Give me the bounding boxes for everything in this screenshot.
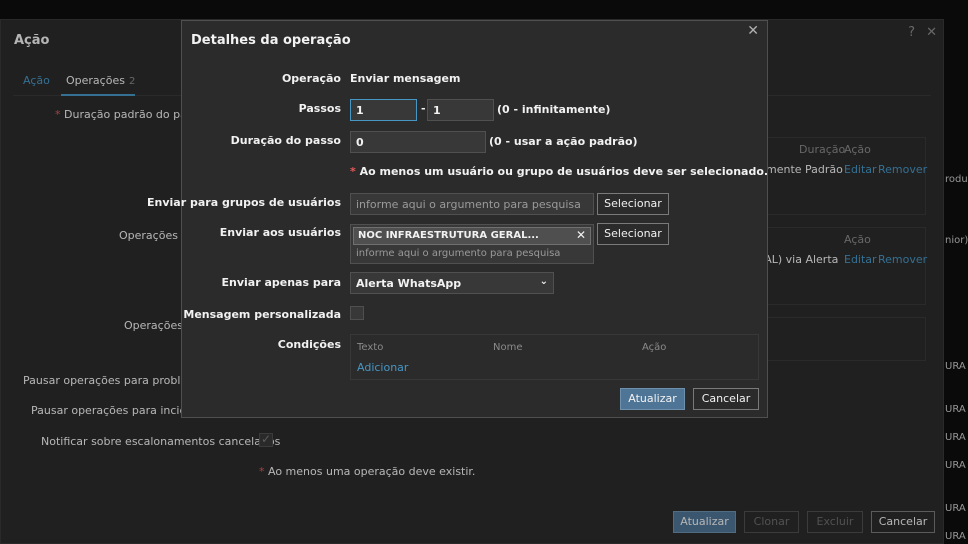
close-icon[interactable]: ✕ (747, 23, 759, 39)
passos-to-input[interactable]: 1 (427, 99, 494, 121)
chevron-down-icon: ⌄ (539, 276, 548, 287)
column-header-nome: Nome (493, 342, 523, 353)
duracao-passo-input[interactable]: 0 (350, 131, 486, 153)
remove-tag-icon[interactable]: ✕ (576, 228, 586, 242)
usuarios-search-placeholder[interactable]: informe aqui o argumento para pesquisa (356, 248, 560, 259)
mensagem-personalizada-checkbox[interactable] (350, 306, 364, 320)
modal-cancelar-button[interactable]: Cancelar (693, 388, 759, 410)
user-tag-label: NOC INFRAESTRUTURA GERAL... (358, 230, 539, 241)
placeholder: informe aqui o argumento para pesquisa (356, 198, 581, 211)
usuarios-multiselect[interactable]: NOC INFRAESTRUTURA GERAL... ✕ informe aqu… (350, 224, 594, 264)
column-header-texto: Texto (357, 342, 384, 353)
column-header-acao: Ação (642, 342, 667, 353)
grupos-selecionar-button[interactable]: Selecionar (597, 193, 669, 215)
mensagem-personalizada-label: Mensagem personalizada (183, 308, 341, 321)
operacao-value: Enviar mensagem (350, 72, 461, 85)
operation-details-modal: Detalhes da operação ✕ Operação Enviar m… (147, 20, 769, 418)
passos-label: Passos (298, 102, 341, 115)
usuarios-selecionar-button[interactable]: Selecionar (597, 223, 669, 245)
usuarios-label: Enviar aos usuários (219, 226, 341, 239)
passos-hint: (0 - infinitamente) (497, 103, 611, 116)
media-type-select[interactable]: Alerta WhatsApp ⌄ (350, 272, 554, 294)
condicoes-label: Condições (277, 338, 341, 351)
grupos-label: Enviar para grupos de usuários (147, 196, 341, 209)
passos-from-input[interactable]: 1 (350, 99, 417, 121)
operacao-label: Operação (281, 72, 341, 85)
warning-text: Ao menos um usuário ou grupo de usuários… (359, 165, 769, 178)
add-condition-link[interactable]: Adicionar (357, 361, 408, 374)
passos-separator: - (421, 102, 426, 115)
duracao-passo-label: Duração do passo (230, 134, 341, 147)
user-tag: NOC INFRAESTRUTURA GERAL... ✕ (353, 227, 591, 245)
recipients-warning: * Ao menos um usuário ou grupo de usuári… (350, 165, 769, 178)
select-value: Alerta WhatsApp (356, 277, 462, 290)
enviar-apenas-label: Enviar apenas para (221, 276, 342, 289)
conditions-table: Texto Nome Ação Adicionar (350, 334, 759, 380)
grupos-search-input[interactable]: informe aqui o argumento para pesquisa (350, 193, 594, 215)
modal-title: Detalhes da operação (191, 33, 351, 48)
modal-atualizar-button[interactable]: Atualizar (620, 388, 685, 410)
duracao-hint: (0 - usar a ação padrão) (489, 135, 638, 148)
